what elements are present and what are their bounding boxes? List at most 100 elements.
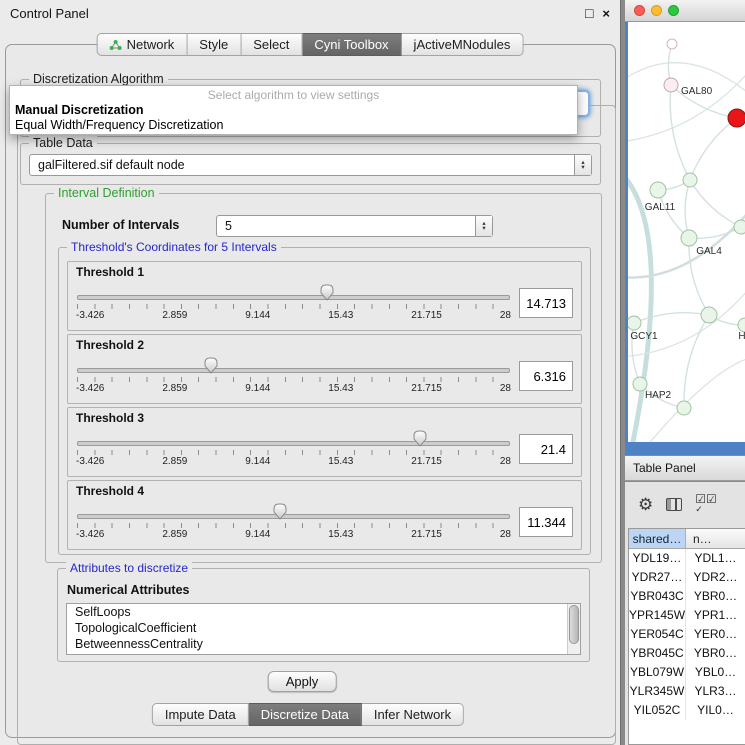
threshold-slider[interactable]: -3.426 2.859 9.144 15.43 21.715 28 xyxy=(76,353,511,399)
number-of-intervals-combobox[interactable]: 5 ▴▾ xyxy=(216,215,493,237)
tab-infer-network[interactable]: Infer Network xyxy=(362,703,464,726)
slider-track[interactable] xyxy=(77,295,510,300)
table-row[interactable]: YPR145W YPR1… xyxy=(629,606,745,625)
column-header-name[interactable]: n… xyxy=(686,529,745,548)
table-cell[interactable]: YPR145W xyxy=(629,606,686,625)
slider-thumb[interactable] xyxy=(273,503,287,520)
close-window-icon[interactable]: × xyxy=(602,6,610,21)
network-node[interactable] xyxy=(683,173,697,187)
threshold-slider[interactable]: -3.426 2.859 9.144 15.43 21.715 28 xyxy=(76,499,511,545)
table-row[interactable]: YDL19… YDL1… xyxy=(629,549,745,568)
network-node[interactable] xyxy=(677,401,691,415)
network-window-titlebar[interactable] xyxy=(625,0,745,22)
list-item[interactable]: BetweennessCentrality xyxy=(67,636,580,652)
table-panel-titlebar[interactable]: Table Panel xyxy=(625,455,745,481)
close-traffic-light[interactable] xyxy=(634,5,645,16)
table-cell[interactable]: YBR043C xyxy=(629,587,686,606)
slider-tick-labels: -3.426 2.859 9.144 15.43 21.715 28 xyxy=(76,529,511,540)
network-node[interactable] xyxy=(667,39,677,49)
minimize-traffic-light[interactable] xyxy=(651,5,662,16)
table-cell[interactable]: YDL1… xyxy=(686,549,745,568)
slider-thumb[interactable] xyxy=(204,357,218,374)
node-attribute-table[interactable]: shared… n… YDL19… YDL1… YDR27… YDR2… YBR… xyxy=(628,528,745,745)
threshold-value-field[interactable]: 11.344 xyxy=(519,507,573,537)
network-node[interactable] xyxy=(728,109,745,127)
network-edge[interactable] xyxy=(658,190,689,238)
tab-discretize-data[interactable]: Discretize Data xyxy=(249,703,362,726)
threshold-slider[interactable]: -3.426 2.859 9.144 15.43 21.715 28 xyxy=(76,426,511,472)
tab-cyni-toolbox[interactable]: Cyni Toolbox xyxy=(302,33,401,56)
table-cell[interactable]: YIL0… xyxy=(686,701,745,720)
table-row[interactable]: YBR045C YBR0… xyxy=(629,644,745,663)
table-cell[interactable]: YER054C xyxy=(629,625,686,644)
table-row[interactable]: YDR27… YDR2… xyxy=(629,568,745,587)
dropdown-option-equal-width-frequency[interactable]: Equal Width/Frequency Discretization xyxy=(10,117,577,132)
network-node[interactable] xyxy=(701,307,717,323)
table-cell[interactable]: YLR3… xyxy=(686,682,745,701)
table-row[interactable]: YER054C YER0… xyxy=(629,625,745,644)
slider-thumb[interactable] xyxy=(413,430,427,447)
table-row[interactable]: YBR043C YBR0… xyxy=(629,587,745,606)
table-cell[interactable]: YLR345W xyxy=(629,682,686,701)
table-data-combobox[interactable]: galFiltered.sif default node ▴▾ xyxy=(29,154,592,176)
slider-track[interactable] xyxy=(77,514,510,519)
column-selector-icon[interactable] xyxy=(666,498,682,511)
vertical-scrollbar[interactable] xyxy=(567,604,580,654)
table-cell[interactable]: YBR0… xyxy=(686,587,745,606)
tab-impute-data[interactable]: Impute Data xyxy=(152,703,249,726)
attributes-list[interactable]: SelfLoops TopologicalCoefficient Between… xyxy=(66,603,581,655)
slider-track[interactable] xyxy=(77,441,510,446)
threshold-value-field[interactable]: 14.713 xyxy=(519,288,573,318)
network-edge[interactable] xyxy=(670,85,690,180)
table-cell[interactable]: YDL19… xyxy=(629,549,686,568)
network-node[interactable] xyxy=(681,230,697,246)
threshold-value-field[interactable]: 21.4 xyxy=(519,434,573,464)
table-cell[interactable]: YBL0… xyxy=(686,663,745,682)
zoom-traffic-light[interactable] xyxy=(668,5,679,16)
network-node[interactable] xyxy=(628,316,641,330)
combobox-stepper-icon[interactable]: ▴▾ xyxy=(574,155,591,175)
network-canvas[interactable]: GAL80GAL11GAL4GCY1HHAP2 xyxy=(628,22,745,442)
table-row[interactable]: YIL052C YIL0… xyxy=(629,701,745,720)
table-row[interactable]: YLR345W YLR3… xyxy=(629,682,745,701)
network-node[interactable] xyxy=(734,220,745,234)
table-row[interactable]: YBL079W YBL0… xyxy=(629,663,745,682)
dropdown-option-manual-discretization[interactable]: Manual Discretization xyxy=(10,102,577,117)
network-node[interactable] xyxy=(633,377,647,391)
table-cell[interactable]: YBR045C xyxy=(629,644,686,663)
table-cell[interactable]: YER0… xyxy=(686,625,745,644)
table-cell[interactable]: YBL079W xyxy=(629,663,686,682)
network-edge[interactable] xyxy=(690,180,741,227)
slider-track[interactable] xyxy=(77,368,510,373)
threshold-value-field[interactable]: 6.316 xyxy=(519,361,573,391)
column-header-shared-name[interactable]: shared… xyxy=(629,529,686,548)
row-selection-icons[interactable]: ☑☑✓ xyxy=(695,494,717,514)
table-cell[interactable]: YBR0… xyxy=(686,644,745,663)
table-cell[interactable]: YDR27… xyxy=(629,568,686,587)
network-node[interactable] xyxy=(664,78,678,92)
float-window-icon[interactable]: □ xyxy=(585,5,593,21)
network-node-label: GCY1 xyxy=(630,331,658,342)
tab-style[interactable]: Style xyxy=(187,33,241,56)
scrollbar-thumb[interactable] xyxy=(569,605,579,644)
slider-thumb[interactable] xyxy=(320,284,334,301)
network-edge[interactable] xyxy=(685,180,690,238)
control-panel-titlebar[interactable]: Control Panel □ × xyxy=(0,0,620,26)
list-item[interactable]: TopologicalCoefficient xyxy=(67,620,580,636)
table-cell[interactable]: YPR1… xyxy=(686,606,745,625)
combobox-stepper-icon[interactable]: ▴▾ xyxy=(475,216,492,236)
network-node[interactable] xyxy=(650,182,666,198)
network-edge[interactable] xyxy=(690,118,737,180)
apply-button[interactable]: Apply xyxy=(268,671,337,692)
list-item[interactable]: SelfLoops xyxy=(67,604,580,620)
tab-jactivemnodules[interactable]: jActiveMNodules xyxy=(402,33,524,56)
gear-icon[interactable]: ⚙ xyxy=(638,496,653,513)
table-cell[interactable]: YDR2… xyxy=(686,568,745,587)
table-cell[interactable]: YIL052C xyxy=(629,701,686,720)
tab-select[interactable]: Select xyxy=(241,33,302,56)
threshold-slider[interactable]: -3.426 2.859 9.144 15.43 21.715 28 xyxy=(76,280,511,326)
tick-label: -3.426 xyxy=(76,310,104,321)
tab-network[interactable]: Network xyxy=(97,33,188,56)
network-node[interactable] xyxy=(738,318,745,332)
network-edge[interactable] xyxy=(634,313,709,323)
